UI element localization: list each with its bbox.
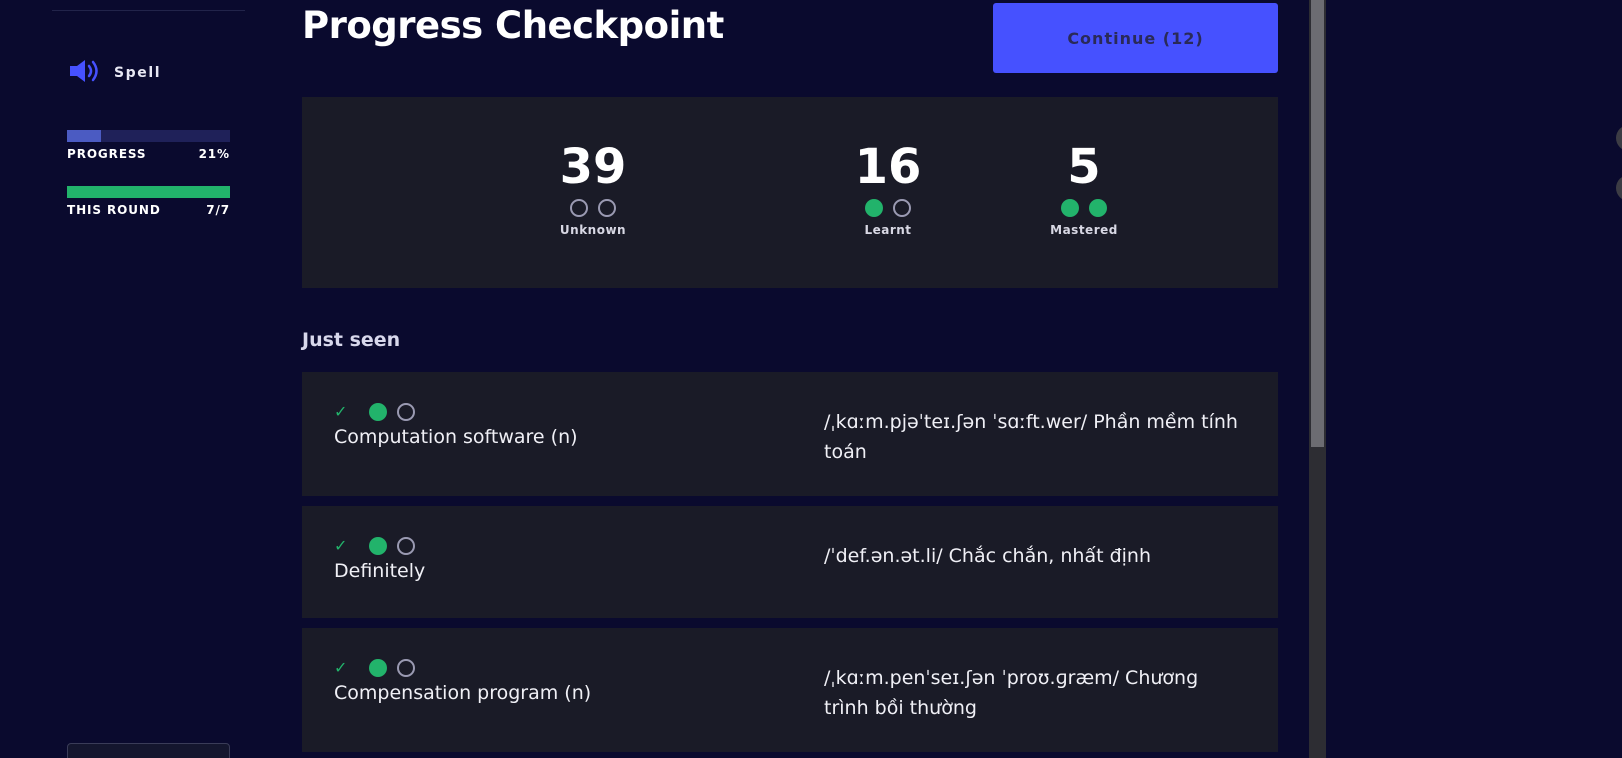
stat-label: Learnt <box>864 223 912 237</box>
progress-value: 21% <box>198 147 230 161</box>
word-dots <box>369 659 415 677</box>
round-label: THIS ROUND <box>67 203 161 217</box>
mastery-dot-filled <box>369 403 387 421</box>
stat-dots <box>493 199 693 217</box>
stat-dots <box>984 199 1184 217</box>
round-bar <box>67 186 230 198</box>
sidebar-bottom-button[interactable] <box>67 743 230 758</box>
continue-button[interactable]: Continue (12) <box>993 3 1278 73</box>
mastery-dot-filled <box>1061 199 1079 217</box>
word-card: ✓ Definitely /ˈdef.ən.ət.li/ Chắc chắn, … <box>302 506 1278 618</box>
stat-number: 39 <box>559 139 627 195</box>
spell-button[interactable]: Spell <box>68 58 161 88</box>
word-card: ✓ Computation software (n) /ˌkɑːm.pjəˈte… <box>302 372 1278 496</box>
mastery-dot-empty <box>893 199 911 217</box>
word-term: Computation software (n) <box>334 426 578 448</box>
word-card: ✓ Compensation program (n) /ˌkɑːm.penˈse… <box>302 628 1278 752</box>
mastery-dot-empty <box>397 537 415 555</box>
mastery-dot-filled <box>369 659 387 677</box>
stat-learnt: 16 Learnt <box>788 139 988 237</box>
round-value: 7/7 <box>206 203 230 217</box>
sidebar: Spell PROGRESS 21% THIS ROUND 7/7 <box>0 0 270 758</box>
stat-number: 5 <box>1067 139 1101 195</box>
word-term: Definitely <box>334 560 426 582</box>
word-definition: /ˈdef.ən.ət.li/ Chắc chắn, nhất định <box>824 545 1151 567</box>
mastery-dot-empty <box>397 403 415 421</box>
mastery-dot-empty <box>598 199 616 217</box>
check-icon: ✓ <box>334 536 348 555</box>
round-bar-fill <box>67 186 230 198</box>
progress-bar-fill <box>67 130 102 142</box>
stat-label: Unknown <box>559 223 627 237</box>
page-title: Progress Checkpoint <box>302 4 724 47</box>
word-definition: /ˌkɑːm.penˈseɪ.ʃən ˈproʊ.ɡræm/ Chương tr… <box>824 667 1199 719</box>
stat-label: Mastered <box>1050 223 1118 237</box>
word-dots <box>369 537 415 555</box>
check-icon: ✓ <box>334 658 348 677</box>
stat-dots <box>788 199 988 217</box>
progress-label: PROGRESS <box>67 147 147 161</box>
speaker-icon <box>68 58 102 88</box>
stat-mastered: 5 Mastered <box>984 139 1184 237</box>
check-icon: ✓ <box>334 402 348 421</box>
scrollbar-thumb[interactable] <box>1311 0 1324 447</box>
word-term: Compensation program (n) <box>334 682 592 704</box>
stat-unknown: 39 Unknown <box>493 139 693 237</box>
mastery-dot-filled <box>865 199 883 217</box>
mastery-dot-empty <box>397 659 415 677</box>
mastery-dot-empty <box>570 199 588 217</box>
progress-bar <box>67 130 230 142</box>
word-dots <box>369 403 415 421</box>
mastery-dot-filled <box>1089 199 1107 217</box>
word-definition: /ˌkɑːm.pjəˈteɪ.ʃən ˈsɑːft.wer/ Phần mềm … <box>824 411 1238 463</box>
edge-button[interactable] <box>1616 125 1622 151</box>
progress-label-row: PROGRESS 21% <box>67 147 230 161</box>
mastery-dot-filled <box>369 537 387 555</box>
just-seen-title: Just seen <box>302 329 401 351</box>
edge-button[interactable] <box>1616 175 1622 201</box>
stat-number: 16 <box>854 139 922 195</box>
round-label-row: THIS ROUND 7/7 <box>67 203 230 217</box>
sidebar-divider <box>52 10 245 11</box>
stats-panel: 39 Unknown 16 Learnt 5 Mastered <box>302 97 1278 288</box>
right-pane <box>1326 0 1622 758</box>
spell-label: Spell <box>114 65 162 81</box>
